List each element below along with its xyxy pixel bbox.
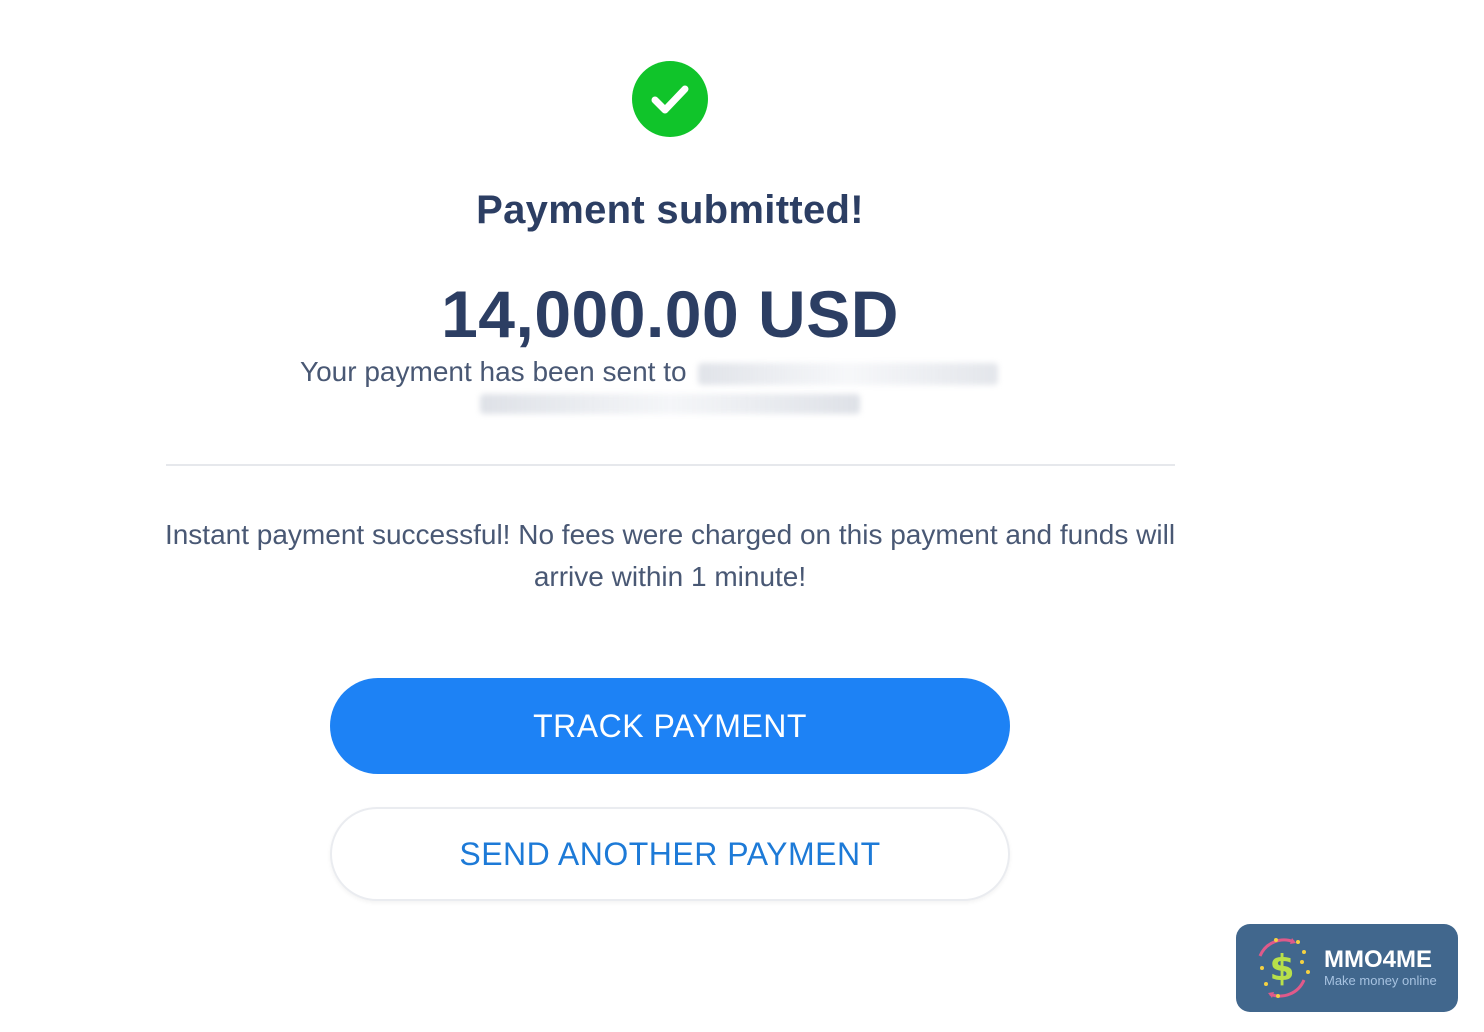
watermark-text: MMO4ME Make money online: [1324, 947, 1437, 989]
recipient-email-redacted: [480, 394, 860, 414]
svg-text:$: $: [1269, 948, 1294, 989]
recipient-line: Your payment has been sent to: [300, 356, 999, 388]
info-message: Instant payment successful! No fees were…: [164, 519, 1176, 592]
watermark-tagline: Make money online: [1324, 973, 1437, 988]
track-payment-button[interactable]: TRACK PAYMENT: [330, 678, 1010, 774]
checkmark-icon: [651, 85, 689, 114]
check-circle-icon: [632, 61, 708, 137]
recipient-name-redacted: [698, 362, 999, 385]
recipient-prefix: Your payment has been sent to: [300, 356, 687, 387]
send-another-payment-button[interactable]: SEND ANOTHER PAYMENT: [330, 807, 1010, 901]
payment-amount: 14,000.00 USD: [441, 277, 899, 351]
page-title: Payment submitted!: [476, 188, 864, 232]
watermark-brand: MMO4ME: [1324, 946, 1432, 973]
divider: [166, 464, 1175, 466]
watermark-badge: $ MMO4ME Make money online: [1236, 924, 1458, 1012]
dollar-stars-icon: $: [1258, 938, 1310, 998]
